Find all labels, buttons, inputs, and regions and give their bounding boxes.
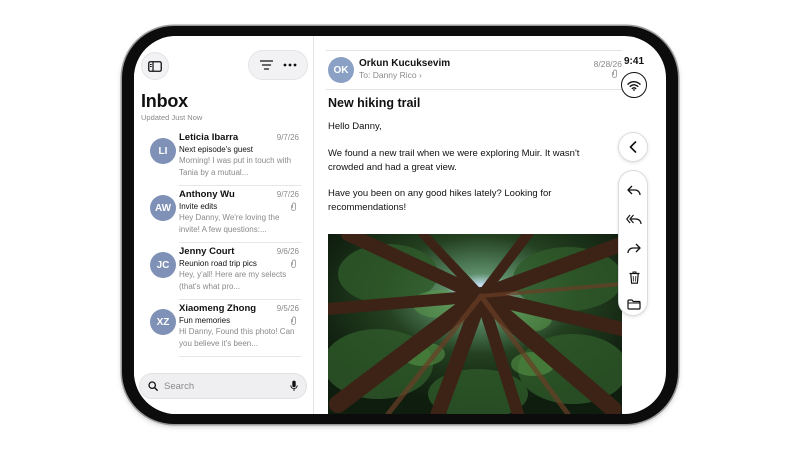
message-row-jenny-court[interactable]: JC Jenny Court 9/6/26 Reunion road trip … <box>134 242 314 300</box>
message-preview: Hey Danny, We're loving the invite! A fe… <box>179 213 280 234</box>
email-paragraph-2: Have you been on any good hikes lately? … <box>328 188 552 213</box>
recipient-label: To: <box>359 70 371 80</box>
inbox-updated-status: Updated Just Now <box>141 113 203 122</box>
message-preview: Hi Danny, Found this photo! Can you beli… <box>179 327 295 348</box>
message-subject: Next episode's guest <box>179 145 254 154</box>
message-subject: Fun memories <box>179 316 231 325</box>
message-row-body: Anthony Wu 9/7/26 Invite edits Hey Danny… <box>179 189 301 243</box>
message-row-anthony-wu[interactable]: AW Anthony Wu 9/7/26 Invite edits Hey Da… <box>134 185 314 243</box>
message-row-body: Leticia Ibarra 9/7/26 Next episode's gue… <box>179 132 301 186</box>
email-date: 8/28/26 <box>593 59 622 69</box>
forward-button[interactable] <box>623 237 645 259</box>
forward-icon <box>627 243 641 253</box>
message-row-body: Jenny Court 9/6/26 Reunion road trip pic… <box>179 246 301 300</box>
filter-icon <box>260 60 273 70</box>
search-placeholder: Search <box>164 380 195 392</box>
email-greeting: Hello Danny, <box>328 121 382 132</box>
status-time: 9:41 <box>624 56 645 67</box>
recipient-name: Danny Rico <box>372 70 417 80</box>
message-date: 9/7/26 <box>276 133 299 142</box>
message-date: 9/5/26 <box>276 304 299 313</box>
search-field[interactable]: Search <box>139 373 307 399</box>
chevron-left-icon <box>629 141 637 153</box>
email-paragraph-1: We found a new trail when we were explor… <box>328 148 580 173</box>
reply-all-icon <box>626 214 642 224</box>
sidebar-toggle-button[interactable] <box>141 52 169 80</box>
message-row-body: Xiaomeng Zhong 9/5/26 Fun memories Hi Da… <box>179 303 301 357</box>
wifi-icon <box>627 80 641 91</box>
move-to-folder-button[interactable] <box>623 293 645 315</box>
email-photo-redwoods[interactable] <box>328 234 622 414</box>
message-preview: Morning! I was put in touch with Tania b… <box>179 156 292 177</box>
message-reading-pane: OK Orkun Kucuksevim To: Danny Rico › 8/2… <box>314 36 622 414</box>
more-icon <box>283 63 296 67</box>
header-divider <box>326 89 622 90</box>
message-preview: Hey, y'all! Here are my selects (that's … <box>179 270 287 291</box>
back-button[interactable] <box>618 132 648 162</box>
wifi-status-button[interactable] <box>621 72 647 98</box>
device-frame: Inbox Updated Just Now LI Leticia Ibarra… <box>122 26 678 424</box>
recipient-line[interactable]: To: Danny Rico › <box>359 70 422 80</box>
microphone-icon[interactable] <box>290 380 298 392</box>
avatar: JC <box>150 252 176 278</box>
filter-button[interactable] <box>256 54 278 76</box>
sender-avatar: OK <box>328 57 354 83</box>
reply-button[interactable] <box>623 179 645 201</box>
message-sender: Anthony Wu <box>179 189 235 200</box>
list-actions-pill <box>248 50 308 80</box>
message-subject: Reunion road trip pics <box>179 259 257 268</box>
message-sender: Leticia Ibarra <box>179 132 239 143</box>
avatar: LI <box>150 138 176 164</box>
redwood-canopy-image <box>328 234 622 414</box>
search-icon <box>148 381 158 391</box>
message-sender: Xiaomeng Zhong <box>179 303 257 314</box>
sender-name[interactable]: Orkun Kucuksevim <box>359 58 450 69</box>
message-row-xiaomeng-zhong[interactable]: XZ Xiaomeng Zhong 9/5/26 Fun memories Hi… <box>134 299 314 357</box>
trash-icon <box>629 271 639 284</box>
folder-icon <box>627 298 641 310</box>
sidebar-toggle-icon <box>148 60 162 72</box>
avatar: AW <box>150 195 176 221</box>
message-sender: Jenny Court <box>179 246 235 257</box>
message-date: 9/6/26 <box>276 247 299 256</box>
header-divider-top <box>326 50 622 51</box>
reply-icon <box>627 185 641 195</box>
trash-button[interactable] <box>623 266 645 288</box>
reply-all-button[interactable] <box>623 208 645 230</box>
email-subject: New hiking trail <box>328 96 421 110</box>
message-actions-bar <box>618 170 648 316</box>
inbox-title: Inbox <box>141 91 188 111</box>
avatar: XZ <box>150 309 176 335</box>
screen: Inbox Updated Just Now LI Leticia Ibarra… <box>134 36 666 414</box>
message-subject: Invite edits <box>179 202 218 211</box>
message-date: 9/7/26 <box>276 190 299 199</box>
more-button[interactable] <box>279 54 301 76</box>
chevron-right-icon: › <box>419 70 422 80</box>
message-row-leticia-ibarra[interactable]: LI Leticia Ibarra 9/7/26 Next episode's … <box>134 128 314 186</box>
mailbox-pane: Inbox Updated Just Now LI Leticia Ibarra… <box>134 36 314 414</box>
paperclip-icon <box>612 69 618 80</box>
